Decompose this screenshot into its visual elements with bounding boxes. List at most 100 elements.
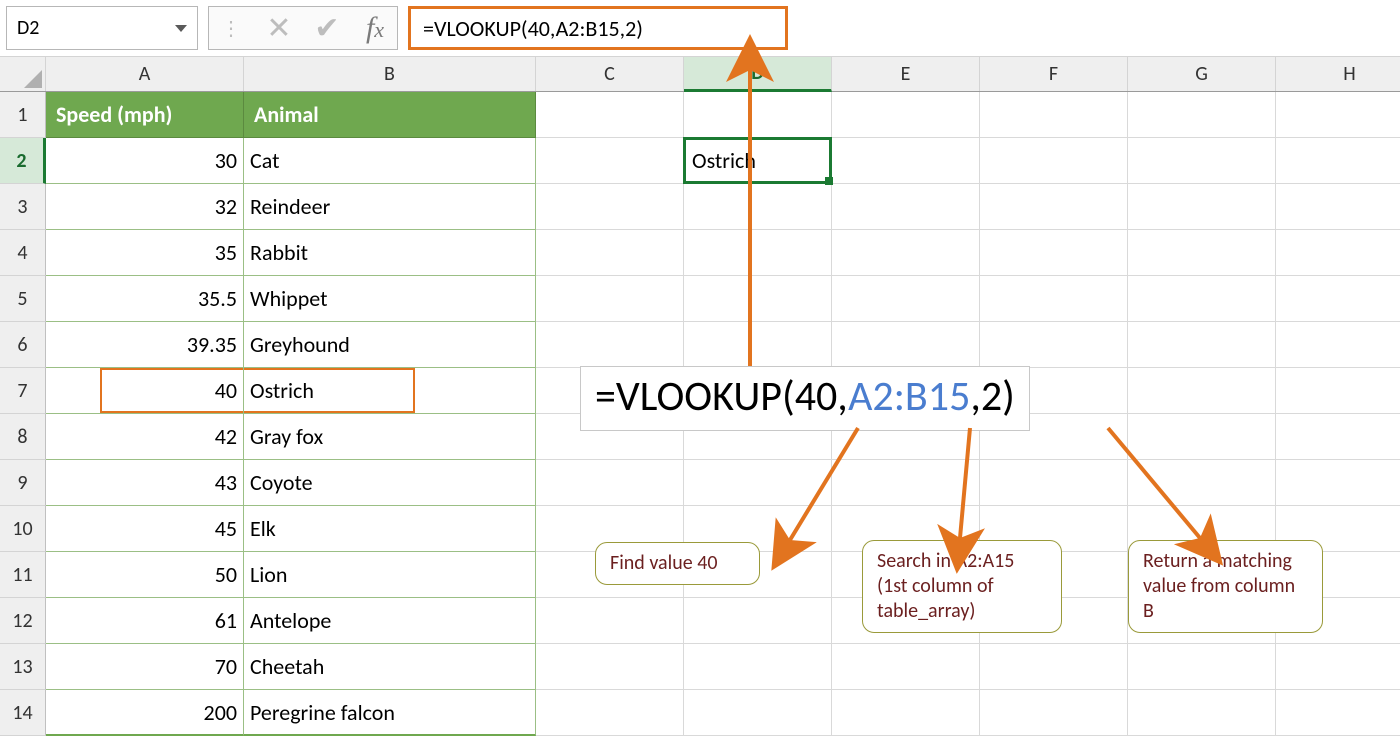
cell-H14[interactable]: [1276, 690, 1400, 736]
cell-E14[interactable]: [832, 690, 980, 736]
cell-A10[interactable]: 45: [46, 506, 244, 552]
row-header[interactable]: 14: [0, 690, 46, 736]
cell-A5[interactable]: 35.5: [46, 276, 244, 322]
cell-C7[interactable]: [536, 368, 684, 414]
cell-D4[interactable]: [684, 230, 832, 276]
fx-icon[interactable]: fx: [361, 11, 389, 45]
row-header[interactable]: 8: [0, 414, 46, 460]
cell-H3[interactable]: [1276, 184, 1400, 230]
cell-H13[interactable]: [1276, 644, 1400, 690]
cell-A13[interactable]: 70: [46, 644, 244, 690]
cell-H4[interactable]: [1276, 230, 1400, 276]
cell-E8[interactable]: [832, 414, 980, 460]
cell-D3[interactable]: [684, 184, 832, 230]
cell-D6[interactable]: [684, 322, 832, 368]
cancel-icon[interactable]: ✕: [265, 10, 293, 47]
cell-A3[interactable]: 32: [46, 184, 244, 230]
enter-icon[interactable]: ✔: [313, 10, 341, 47]
cell-A4[interactable]: 35: [46, 230, 244, 276]
cell-B7[interactable]: Ostrich: [244, 368, 536, 414]
cell-E1[interactable]: [832, 92, 980, 138]
cell-E5[interactable]: [832, 276, 980, 322]
cell-E3[interactable]: [832, 184, 980, 230]
cell-F14[interactable]: [980, 690, 1128, 736]
cell-G7[interactable]: [1128, 368, 1276, 414]
select-all-corner[interactable]: [0, 57, 46, 91]
cell-D7[interactable]: [684, 368, 832, 414]
cell-B8[interactable]: Gray fox: [244, 414, 536, 460]
cell-H6[interactable]: [1276, 322, 1400, 368]
cell-C4[interactable]: [536, 230, 684, 276]
cell-C2[interactable]: [536, 138, 684, 184]
row-header[interactable]: 11: [0, 552, 46, 598]
cell-H8[interactable]: [1276, 414, 1400, 460]
row-header[interactable]: 6: [0, 322, 46, 368]
cell-G13[interactable]: [1128, 644, 1276, 690]
cell-C14[interactable]: [536, 690, 684, 736]
col-header-H[interactable]: H: [1276, 57, 1400, 91]
cell-G1[interactable]: [1128, 92, 1276, 138]
cell-A14[interactable]: 200: [46, 690, 244, 736]
row-header[interactable]: 4: [0, 230, 46, 276]
more-icon[interactable]: ⋮: [217, 16, 245, 41]
cell-B5[interactable]: Whippet: [244, 276, 536, 322]
col-header-E[interactable]: E: [832, 57, 980, 91]
cell-E6[interactable]: [832, 322, 980, 368]
cell-F4[interactable]: [980, 230, 1128, 276]
cell-D12[interactable]: [684, 598, 832, 644]
cell-D5[interactable]: [684, 276, 832, 322]
cell-G14[interactable]: [1128, 690, 1276, 736]
cell-D1[interactable]: [684, 92, 832, 138]
cell-B13[interactable]: Cheetah: [244, 644, 536, 690]
cell-B4[interactable]: Rabbit: [244, 230, 536, 276]
cell-A1[interactable]: Speed (mph): [46, 92, 244, 138]
cell-F13[interactable]: [980, 644, 1128, 690]
cell-D14[interactable]: [684, 690, 832, 736]
cell-F2[interactable]: [980, 138, 1128, 184]
cell-F7[interactable]: [980, 368, 1128, 414]
row-header[interactable]: 10: [0, 506, 46, 552]
cell-E4[interactable]: [832, 230, 980, 276]
cell-C13[interactable]: [536, 644, 684, 690]
cell-C5[interactable]: [536, 276, 684, 322]
cell-C9[interactable]: [536, 460, 684, 506]
cell-G8[interactable]: [1128, 414, 1276, 460]
name-box[interactable]: D2: [6, 6, 198, 50]
cell-B6[interactable]: Greyhound: [244, 322, 536, 368]
cell-A8[interactable]: 42: [46, 414, 244, 460]
col-header-C[interactable]: C: [536, 57, 684, 91]
cell-B11[interactable]: Lion: [244, 552, 536, 598]
cell-A11[interactable]: 50: [46, 552, 244, 598]
cell-H2[interactable]: [1276, 138, 1400, 184]
cell-B14[interactable]: Peregrine falcon: [244, 690, 536, 736]
row-header[interactable]: 5: [0, 276, 46, 322]
row-header[interactable]: 12: [0, 598, 46, 644]
cell-B9[interactable]: Coyote: [244, 460, 536, 506]
cell-H5[interactable]: [1276, 276, 1400, 322]
cell-C3[interactable]: [536, 184, 684, 230]
cell-B12[interactable]: Antelope: [244, 598, 536, 644]
row-header[interactable]: 2: [0, 138, 46, 184]
cell-A6[interactable]: 39.35: [46, 322, 244, 368]
row-header[interactable]: 3: [0, 184, 46, 230]
cell-H9[interactable]: [1276, 460, 1400, 506]
cell-A9[interactable]: 43: [46, 460, 244, 506]
row-header[interactable]: 7: [0, 368, 46, 414]
cell-B2[interactable]: Cat: [244, 138, 536, 184]
col-header-B[interactable]: B: [244, 57, 536, 91]
cell-G3[interactable]: [1128, 184, 1276, 230]
cell-G9[interactable]: [1128, 460, 1276, 506]
cell-E9[interactable]: [832, 460, 980, 506]
cell-E7[interactable]: [832, 368, 980, 414]
cell-F9[interactable]: [980, 460, 1128, 506]
cell-A2[interactable]: 30: [46, 138, 244, 184]
cell-B10[interactable]: Elk: [244, 506, 536, 552]
cell-D2[interactable]: Ostrich: [684, 138, 832, 184]
cell-D8[interactable]: [684, 414, 832, 460]
cell-G4[interactable]: [1128, 230, 1276, 276]
row-header[interactable]: 1: [0, 92, 46, 138]
cell-C1[interactable]: [536, 92, 684, 138]
cell-D9[interactable]: [684, 460, 832, 506]
cell-C12[interactable]: [536, 598, 684, 644]
row-header[interactable]: 13: [0, 644, 46, 690]
